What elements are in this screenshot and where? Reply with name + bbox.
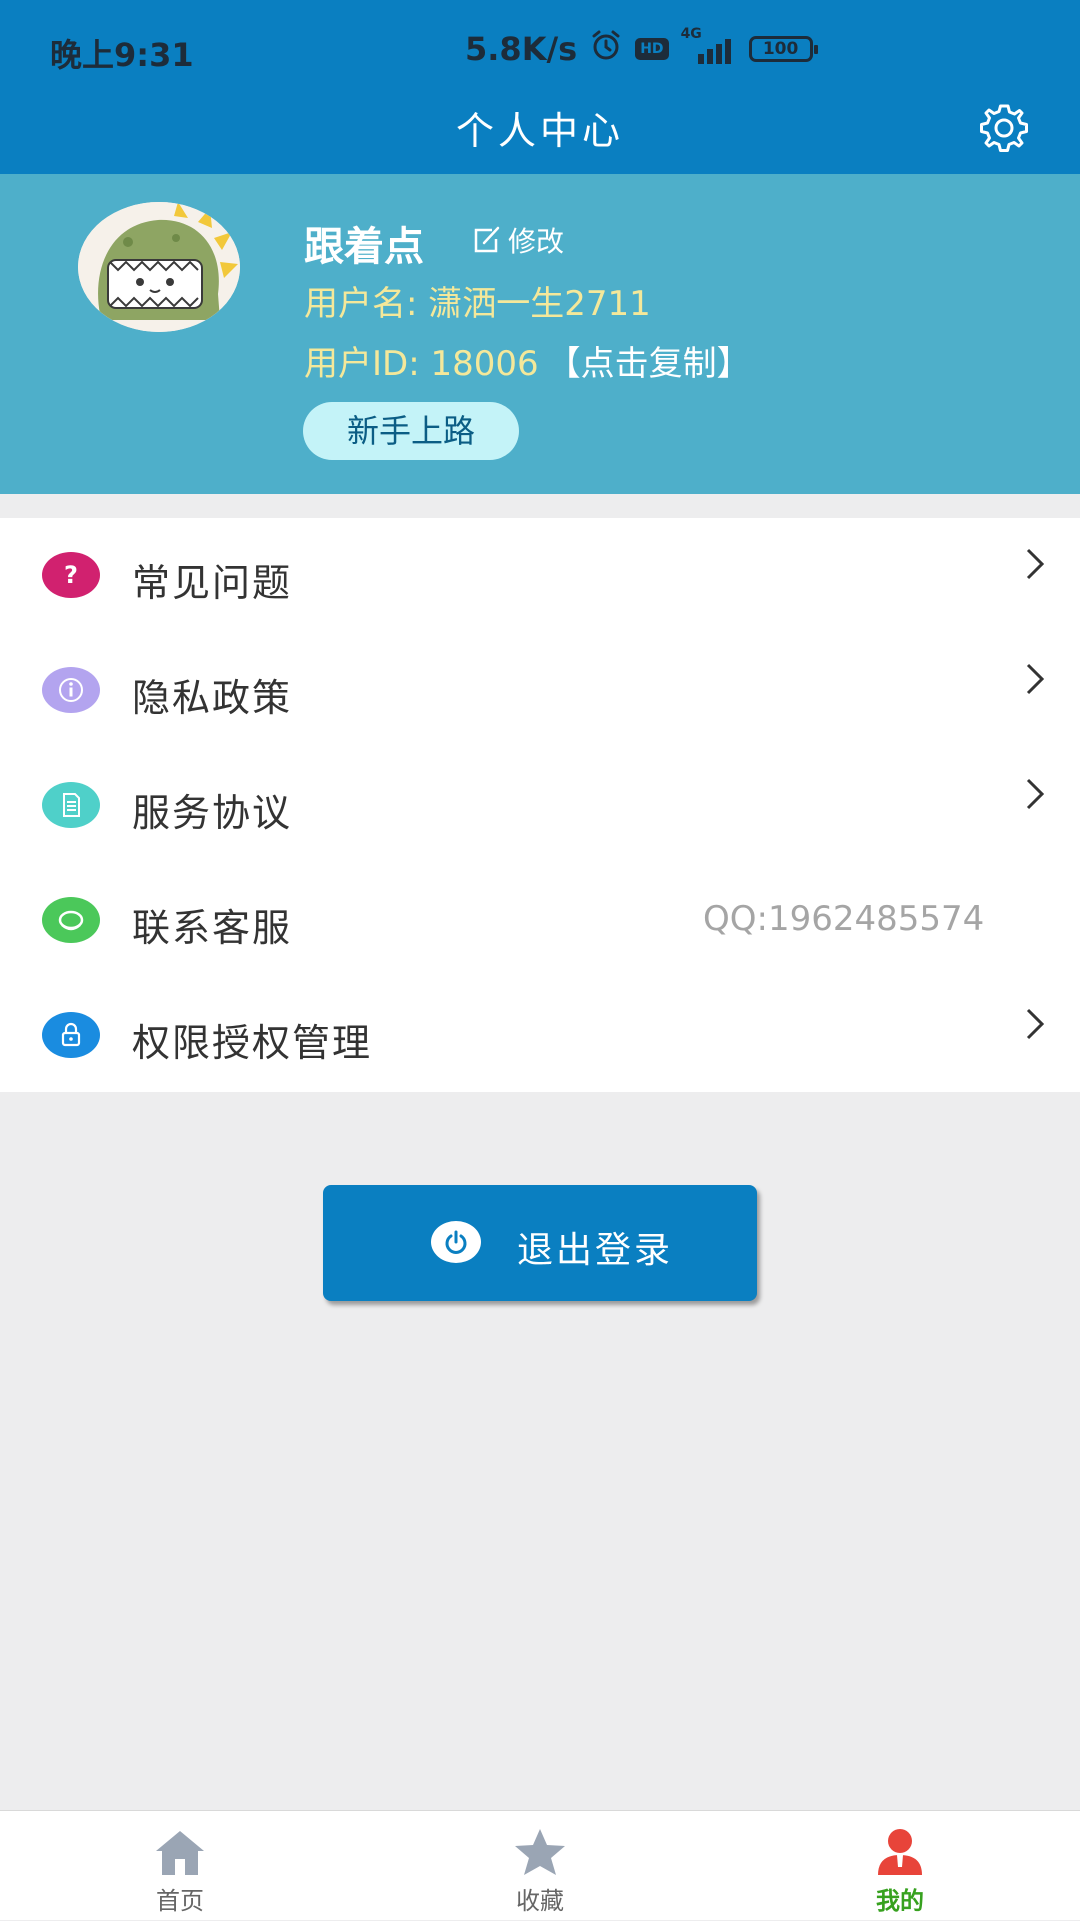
net-speed: 5.8K/s <box>465 30 578 68</box>
chevron-right-icon <box>1026 663 1045 695</box>
menu-label: 联系客服 <box>132 906 293 950</box>
support-qq: QQ:1962485574 <box>703 899 985 939</box>
lock-icon <box>42 1012 100 1058</box>
app-header: 晚上9:31 5.8K/s HD 4G 100 个人中心 <box>0 0 1080 174</box>
username: 用户名: 潇洒一生2711 <box>304 284 651 324</box>
star-icon <box>515 1829 565 1875</box>
menu-item-contact-support[interactable]: 联系客服 QQ:1962485574 <box>0 863 1080 978</box>
menu-item-privacy[interactable]: 隐私政策 <box>0 633 1080 748</box>
chevron-right-icon <box>1026 778 1045 810</box>
nav-label: 收藏 <box>516 1887 564 1915</box>
edit-icon <box>474 226 500 253</box>
profile-card: 跟着点 修改 用户名: 潇洒一生2711 用户ID: 18006 【点击复制】 … <box>0 174 1080 494</box>
menu-label: 常见问题 <box>132 561 293 605</box>
logout-label: 退出登录 <box>517 1230 674 1271</box>
hd-badge: HD <box>635 38 669 60</box>
menu-label: 隐私政策 <box>132 676 293 720</box>
level-badge[interactable]: 新手上路 <box>303 402 519 460</box>
user-id: 用户ID: 18006 <box>304 344 539 384</box>
menu-item-faq[interactable]: ? 常见问题 <box>0 518 1080 633</box>
info-icon <box>42 667 100 713</box>
nickname: 跟着点 <box>304 224 424 270</box>
menu-label: 权限授权管理 <box>132 1021 373 1065</box>
question-icon: ? <box>42 552 100 598</box>
nav-label: 首页 <box>156 1887 204 1915</box>
menu-list: ? 常见问题 隐私政策 服务协议 联系客服 QQ:1962485574 权限授权… <box>0 518 1080 1092</box>
nav-favorites[interactable]: 收藏 <box>440 1811 640 1921</box>
logout-button[interactable]: 退出登录 <box>323 1185 757 1301</box>
settings-button[interactable] <box>976 100 1032 156</box>
home-icon <box>156 1831 204 1875</box>
bottom-nav: 首页 收藏 我的 <box>0 1810 1080 1920</box>
battery-icon: 100 <box>748 36 818 62</box>
menu-item-permissions[interactable]: 权限授权管理 <box>0 978 1080 1093</box>
nav-label: 我的 <box>876 1887 924 1915</box>
page-title: 个人中心 <box>455 109 624 153</box>
copy-id-button[interactable]: 【点击复制】 <box>547 336 751 385</box>
chevron-right-icon <box>1026 548 1045 580</box>
dinosaur-avatar-icon <box>78 202 240 332</box>
network-type: 4G <box>680 26 702 42</box>
user-icon <box>878 1829 922 1875</box>
document-icon <box>42 782 100 828</box>
power-icon <box>431 1221 481 1263</box>
svg-text:?: ? <box>64 561 78 589</box>
edit-profile-button[interactable]: 修改 <box>470 220 564 260</box>
menu-label: 服务协议 <box>132 791 293 835</box>
gear-icon <box>980 104 1028 152</box>
chevron-right-icon <box>1026 1008 1045 1040</box>
status-indicators: 5.8K/s HD 4G 100 <box>465 26 818 70</box>
alarm-icon <box>589 28 623 70</box>
user-id-row: 用户ID: 18006 【点击复制】 <box>304 336 751 385</box>
status-time: 晚上9:31 <box>50 36 194 74</box>
edit-label: 修改 <box>508 225 565 258</box>
nav-me[interactable]: 我的 <box>800 1811 1000 1921</box>
avatar[interactable] <box>78 202 240 332</box>
menu-item-service-agreement[interactable]: 服务协议 <box>0 748 1080 863</box>
status-bar: 晚上9:31 5.8K/s HD 4G 100 <box>0 0 1080 100</box>
nav-home[interactable]: 首页 <box>80 1811 280 1921</box>
headset-icon <box>42 897 100 943</box>
battery-level: 100 <box>762 39 799 59</box>
signal-icon: 4G <box>681 26 737 64</box>
